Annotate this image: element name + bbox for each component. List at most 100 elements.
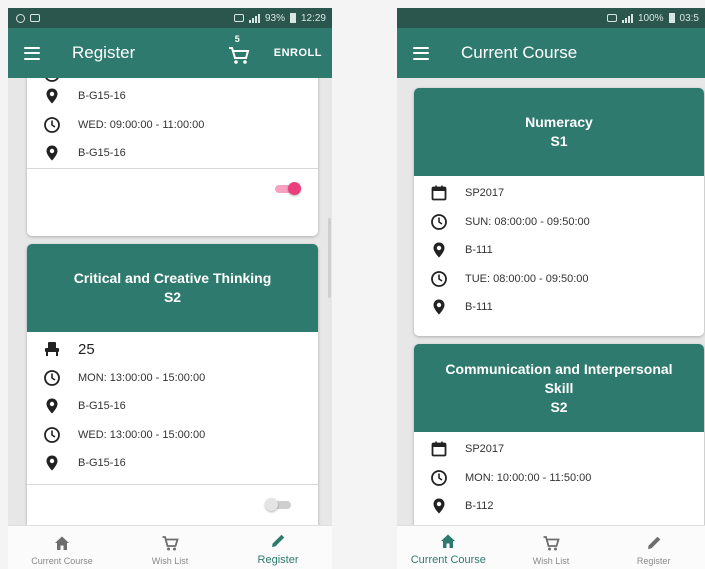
status-bar: 93% 12:29 [8, 8, 332, 28]
course-semester: S1 [550, 133, 568, 149]
clock-icon [44, 369, 60, 386]
info-row: TUE: 08:00:00 - 09:50:00 [414, 265, 704, 294]
bottom-navigation: Current Course Wish List Register [8, 525, 332, 569]
clock-icon [431, 469, 447, 486]
info-text: B-G15-16 [78, 90, 126, 103]
location-icon [433, 242, 445, 258]
info-row: WED: 13:00:00 - 15:00:00 [27, 421, 318, 450]
notification-icon [606, 14, 617, 22]
info-text: SUN: 08:00:00 - 09:50:00 [465, 215, 590, 228]
course-card-header: Numeracy S1 [414, 88, 704, 176]
nav-item-wish-list[interactable]: Wish List [116, 526, 224, 569]
info-row: B-G15-16 [27, 139, 318, 168]
register-toggle[interactable] [265, 497, 293, 511]
info-row: B-G15-16 [27, 392, 318, 421]
course-card: Numeracy S1 SP2017 SUN: 08:00:00 - 09:50:… [414, 88, 704, 336]
cart-button[interactable]: 5 [226, 34, 252, 66]
notification-icon [233, 14, 244, 22]
signal-icon [248, 13, 260, 23]
status-bar: 100% 03:5 [397, 8, 705, 28]
course-list[interactable]: B-G15-16 WED: 09:00:00 - 11:00:00 B-G15-16… [8, 78, 332, 525]
course-card: Critical and Creative Thinking S2 25 MON… [27, 244, 318, 525]
info-row: MON: 10:00:00 - 11:50:00 [414, 464, 704, 493]
course-title: Numeracy [525, 114, 593, 130]
info-row: B-111 [414, 236, 704, 265]
info-row: SP2017 [414, 179, 704, 208]
signal-icon [621, 13, 633, 23]
nav-item-wish-list[interactable]: Wish List [500, 526, 603, 569]
info-row: SUN: 08:00:00 - 09:50:00 [414, 208, 704, 237]
nav-label: Current Course [31, 556, 93, 566]
info-text: TUE: 08:00:00 - 09:50:00 [465, 272, 589, 285]
nav-label: Register [636, 556, 671, 566]
nav-label: Register [257, 554, 299, 566]
seats-row: 25 [27, 335, 318, 364]
course-card: Communication and Interpersonal Skill S2… [414, 344, 704, 525]
info-text: SP2017 [465, 443, 505, 456]
clock-icon [431, 213, 447, 230]
card-footer [27, 483, 318, 526]
seats-count: 25 [78, 340, 95, 358]
course-title: Critical and Creative Thinking [73, 270, 272, 286]
battery-percent: 93% [264, 12, 285, 24]
bottom-navigation: Current Course Wish List Register [397, 525, 705, 569]
register-toggle[interactable] [273, 181, 301, 195]
home-icon [55, 536, 69, 550]
info-text: B-111 [465, 244, 493, 257]
card-footer [27, 167, 318, 223]
clock-icon [431, 270, 447, 287]
nav-item-current-course[interactable]: Current Course [397, 526, 500, 569]
course-semester: S2 [163, 289, 182, 305]
clock-icon [44, 116, 60, 133]
cart-icon [162, 536, 179, 551]
info-text: B-G15-16 [78, 147, 126, 160]
menu-icon[interactable] [24, 46, 40, 60]
sync-icon [16, 13, 25, 23]
course-list[interactable]: Numeracy S1 SP2017 SUN: 08:00:00 - 09:50:… [397, 78, 705, 525]
clock-time: 03:5 [679, 12, 699, 24]
seat-icon [45, 342, 59, 357]
pencil-icon [647, 536, 660, 549]
course-title-line2: Skill [544, 379, 574, 396]
info-row: B-G15-16 [27, 82, 318, 111]
register-screen: 93% 12:29 Register 5 ENROLL B-G15-16 WED:… [8, 8, 332, 569]
info-text: B-G15-16 [78, 400, 126, 413]
nav-item-current-course[interactable]: Current Course [8, 526, 116, 569]
info-row: B-G15-16 [27, 449, 318, 478]
clock-time: 12:29 [300, 12, 326, 24]
home-icon [441, 534, 456, 548]
clock-icon [45, 78, 59, 82]
scrollbar[interactable] [328, 218, 331, 298]
location-icon [46, 88, 58, 104]
current-course-screen: 100% 03:5 Current Course Numeracy S1 SP2… [397, 8, 705, 569]
clock-icon [44, 426, 60, 443]
nav-item-register[interactable]: Register [224, 526, 332, 569]
course-card-header: Critical and Creative Thinking S2 [27, 244, 318, 332]
cart-count-badge: 5 [234, 34, 240, 44]
info-row: SP2017 [414, 435, 704, 464]
location-icon [433, 498, 445, 514]
course-semester: S2 [550, 398, 568, 415]
menu-icon[interactable] [413, 46, 429, 60]
info-text: B-G15-16 [78, 457, 126, 470]
location-icon [433, 299, 445, 315]
nav-label: Current Course [410, 554, 486, 566]
pencil-icon [272, 534, 285, 547]
location-icon [46, 145, 58, 161]
battery-icon [289, 13, 296, 23]
image-icon [30, 14, 40, 22]
location-icon [46, 398, 58, 414]
battery-icon [668, 13, 675, 23]
location-icon [46, 455, 58, 471]
info-text: WED: 13:00:00 - 15:00:00 [78, 428, 206, 441]
course-card-header: Communication and Interpersonal Skill S2 [414, 344, 704, 432]
calendar-icon [431, 441, 447, 457]
enroll-button[interactable]: ENROLL [274, 47, 322, 59]
nav-label: Wish List [532, 556, 570, 566]
app-bar: Current Course [397, 28, 705, 78]
info-row: WED: 09:00:00 - 11:00:00 [27, 111, 318, 140]
nav-item-register[interactable]: Register [602, 526, 705, 569]
info-text: WED: 09:00:00 - 11:00:00 [78, 118, 205, 131]
info-row: B-112 [414, 492, 704, 521]
app-bar: Register 5 ENROLL [8, 28, 332, 78]
